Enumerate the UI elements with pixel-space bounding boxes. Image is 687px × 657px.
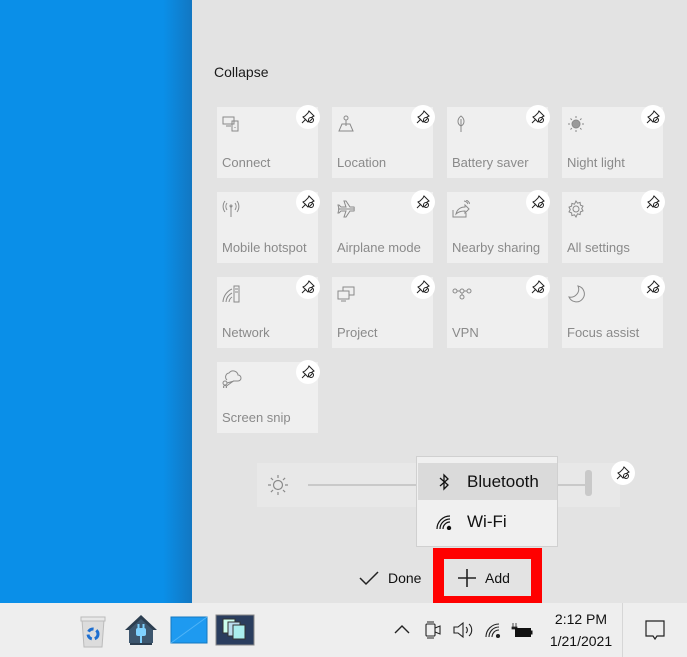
quick-action-tile[interactable]: All settings <box>562 190 665 263</box>
quick-action-tile[interactable]: Focus assist <box>562 275 665 348</box>
battery-saver-icon <box>452 115 470 133</box>
unpin-button[interactable] <box>526 105 550 129</box>
quick-action-tile[interactable]: Connect <box>217 105 320 178</box>
unpin-icon <box>416 195 430 209</box>
unpin-button[interactable] <box>641 190 665 214</box>
nearby-sharing-icon <box>452 199 471 218</box>
unpin-icon <box>646 110 660 124</box>
clock-time: 2:12 PM <box>554 611 608 627</box>
taskbar-clock[interactable]: 2:12 PM 1/21/2021 <box>544 608 618 652</box>
unpin-button[interactable] <box>526 190 550 214</box>
sun-icon <box>267 474 289 501</box>
bluetooth-icon <box>433 472 455 491</box>
unpin-button[interactable] <box>411 105 435 129</box>
menu-item-label: Wi-Fi <box>467 511 507 531</box>
tile-label: Focus assist <box>567 325 640 340</box>
unpin-icon <box>531 280 545 294</box>
tile-label: Airplane mode <box>337 240 421 255</box>
unpin-icon <box>416 280 430 294</box>
volume-icon[interactable] <box>452 620 474 645</box>
network-icon <box>222 285 240 303</box>
unpin-icon <box>416 110 430 124</box>
add-button[interactable]: Add <box>444 559 531 596</box>
unpin-button[interactable] <box>641 275 665 299</box>
vpn-icon <box>452 285 472 303</box>
unpin-icon <box>531 110 545 124</box>
unpin-button[interactable] <box>296 190 320 214</box>
home-plug-icon[interactable] <box>123 612 159 653</box>
menu-item-bluetooth[interactable]: Bluetooth <box>418 463 557 500</box>
quick-action-tile[interactable]: Battery saver <box>447 105 550 178</box>
done-button[interactable]: Done <box>358 566 421 590</box>
done-label: Done <box>388 570 422 586</box>
tile-label: Location <box>337 155 387 170</box>
remote-desktop-icon[interactable] <box>215 614 255 651</box>
clock-date: 1/21/2021 <box>549 633 613 649</box>
unpin-button[interactable] <box>296 105 320 129</box>
tile-label: All settings <box>567 240 630 255</box>
recycle-bin-icon[interactable] <box>78 614 108 653</box>
project-icon <box>337 285 355 303</box>
tile-label: Night light <box>567 155 625 170</box>
quick-action-tile[interactable]: VPN <box>447 275 550 348</box>
tile-label: Connect <box>222 155 271 170</box>
unpin-brightness-button[interactable] <box>611 461 635 485</box>
unpin-button[interactable] <box>411 275 435 299</box>
tile-label: Screen snip <box>222 410 291 425</box>
unpin-icon <box>646 195 660 209</box>
menu-item-wifi[interactable]: Wi-Fi <box>418 503 557 540</box>
unpin-icon <box>531 195 545 209</box>
quick-action-tile[interactable]: Nearby sharing <box>447 190 550 263</box>
quick-action-tile[interactable]: Mobile hotspot <box>217 190 320 263</box>
quick-action-tile[interactable]: Night light <box>562 105 665 178</box>
collapse-link[interactable]: Collapse <box>214 64 268 80</box>
unpin-button[interactable] <box>641 105 665 129</box>
tile-label: Network <box>222 325 270 340</box>
wifi-tray-icon[interactable] <box>484 621 502 644</box>
quick-action-tile[interactable]: Screen snip <box>217 360 320 433</box>
unpin-icon <box>301 365 315 379</box>
location-icon <box>337 115 355 133</box>
unpin-icon <box>301 280 315 294</box>
tile-label: Project <box>337 325 378 340</box>
unpin-icon <box>301 110 315 124</box>
menu-item-label: Bluetooth <box>467 471 539 491</box>
gear-icon <box>567 199 585 219</box>
checkmark-icon <box>359 571 379 586</box>
add-quick-action-menu: Bluetooth Wi-Fi <box>416 456 558 547</box>
airplane-icon <box>337 200 355 218</box>
tile-label: Nearby sharing <box>452 240 541 255</box>
unpin-button[interactable] <box>526 275 550 299</box>
unpin-button[interactable] <box>296 360 320 384</box>
connect-icon <box>222 115 240 133</box>
moon-icon <box>567 285 585 303</box>
slider-thumb[interactable] <box>585 470 592 496</box>
chevron-up-icon[interactable] <box>394 622 410 640</box>
tile-label: VPN <box>452 325 479 340</box>
screen-snip-icon <box>222 370 242 389</box>
desktop-background <box>0 0 192 603</box>
action-center-button[interactable] <box>622 603 687 657</box>
quick-action-tile[interactable]: Location <box>332 105 435 178</box>
battery-icon[interactable] <box>511 622 533 643</box>
unpin-icon <box>301 195 315 209</box>
tile-label: Battery saver <box>452 155 529 170</box>
night-light-icon <box>567 115 585 133</box>
tile-label: Mobile hotspot <box>222 240 307 255</box>
plus-icon <box>458 568 476 587</box>
unpin-icon <box>646 280 660 294</box>
mobile-hotspot-icon <box>222 200 240 218</box>
action-center-icon <box>645 620 665 641</box>
camera-icon[interactable] <box>424 620 442 645</box>
quick-action-tile[interactable]: Project <box>332 275 435 348</box>
add-label: Add <box>485 569 510 586</box>
blue-window-icon[interactable] <box>170 616 208 649</box>
unpin-button[interactable] <box>411 190 435 214</box>
quick-action-tile[interactable]: Airplane mode <box>332 190 435 263</box>
wifi-icon <box>433 514 455 530</box>
unpin-button[interactable] <box>296 275 320 299</box>
quick-action-tile[interactable]: Network <box>217 275 320 348</box>
